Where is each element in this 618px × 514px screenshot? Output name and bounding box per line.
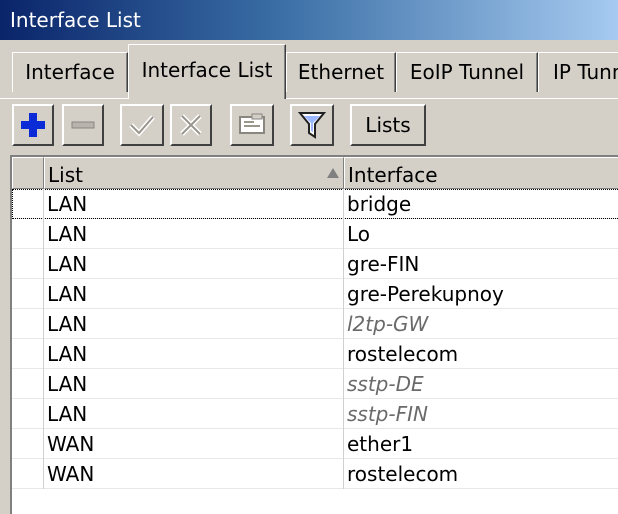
cell-interface: l2tp-GW xyxy=(347,312,429,336)
cell-list: LAN xyxy=(44,219,344,249)
add-button[interactable] xyxy=(12,104,54,146)
cell-interface: rostelecom xyxy=(347,342,459,366)
filter-button[interactable] xyxy=(290,104,334,146)
tab-interface[interactable]: Interface xyxy=(12,52,128,92)
cell-list: WAN xyxy=(44,459,344,489)
disable-button[interactable] xyxy=(170,104,212,146)
cell-interface: ether1 xyxy=(347,432,414,456)
row-marker xyxy=(12,399,44,429)
row-marker xyxy=(12,309,44,339)
window-title: Interface List xyxy=(0,0,618,40)
cell-interface: Lo xyxy=(347,222,371,246)
cell-list: LAN xyxy=(44,339,344,369)
cell-interface: gre-Perekupnoy xyxy=(347,282,504,306)
enable-button[interactable] xyxy=(120,104,164,146)
cell-interface: rostelecom xyxy=(347,462,459,486)
row-marker xyxy=(12,369,44,399)
table-header: List Interface xyxy=(12,157,618,189)
table-row[interactable]: LAN rostelecom xyxy=(12,339,618,369)
cell-list: LAN xyxy=(44,309,344,339)
lists-button[interactable]: Lists xyxy=(350,104,426,146)
remove-button[interactable] xyxy=(62,104,104,146)
header-list-label: List xyxy=(48,163,83,187)
minus-icon xyxy=(71,121,95,129)
row-marker xyxy=(12,189,44,219)
cell-list: LAN xyxy=(44,399,344,429)
tab-eoip-tunnel[interactable]: EoIP Tunnel xyxy=(396,52,538,92)
row-marker xyxy=(12,219,44,249)
cell-interface: sstp-DE xyxy=(347,372,424,396)
cell-list: WAN xyxy=(44,429,344,459)
sort-ascending-icon xyxy=(327,168,339,178)
row-marker xyxy=(12,339,44,369)
table-row[interactable]: WAN ether1 xyxy=(12,429,618,459)
cell-list: LAN xyxy=(44,369,344,399)
tab-strip: Interface Interface List Ethernet EoIP T… xyxy=(0,40,618,99)
comment-button[interactable] xyxy=(230,104,274,146)
header-list[interactable]: List xyxy=(44,157,344,189)
check-icon xyxy=(129,115,155,137)
table-row[interactable]: LAN gre-FIN xyxy=(12,249,618,279)
table-row[interactable]: LAN sstp-FIN xyxy=(12,399,618,429)
table-row[interactable]: WAN rostelecom xyxy=(12,459,618,489)
header-marker-cell xyxy=(12,157,44,189)
row-marker xyxy=(12,279,44,309)
tab-ip-tunnel[interactable]: IP Tunnel xyxy=(538,52,618,92)
cell-interface: sstp-FIN xyxy=(347,402,428,426)
cell-interface: bridge xyxy=(347,192,412,216)
tab-ethernet[interactable]: Ethernet xyxy=(286,52,396,92)
comment-icon xyxy=(239,113,265,134)
cell-list: LAN xyxy=(44,249,344,279)
plus-icon xyxy=(21,113,45,137)
table-row[interactable]: LAN bridge xyxy=(12,189,618,219)
interface-list-table: List Interface LAN bridge LAN Lo LAN gre… xyxy=(10,155,618,514)
cell-list: LAN xyxy=(44,189,344,219)
tab-interface-list[interactable]: Interface List xyxy=(128,44,286,99)
filter-icon xyxy=(298,112,326,139)
toolbar: Lists xyxy=(0,99,618,155)
row-marker xyxy=(12,459,44,489)
row-marker xyxy=(12,429,44,459)
cell-list: LAN xyxy=(44,279,344,309)
x-icon xyxy=(180,114,202,136)
table-row[interactable]: LAN gre-Perekupnoy xyxy=(12,279,618,309)
table-row[interactable]: LAN sstp-DE xyxy=(12,369,618,399)
header-interface[interactable]: Interface xyxy=(344,157,618,189)
row-marker xyxy=(12,249,44,279)
cell-interface: gre-FIN xyxy=(347,252,420,276)
table-row[interactable]: LAN Lo xyxy=(12,219,618,249)
table-row[interactable]: LAN l2tp-GW xyxy=(12,309,618,339)
